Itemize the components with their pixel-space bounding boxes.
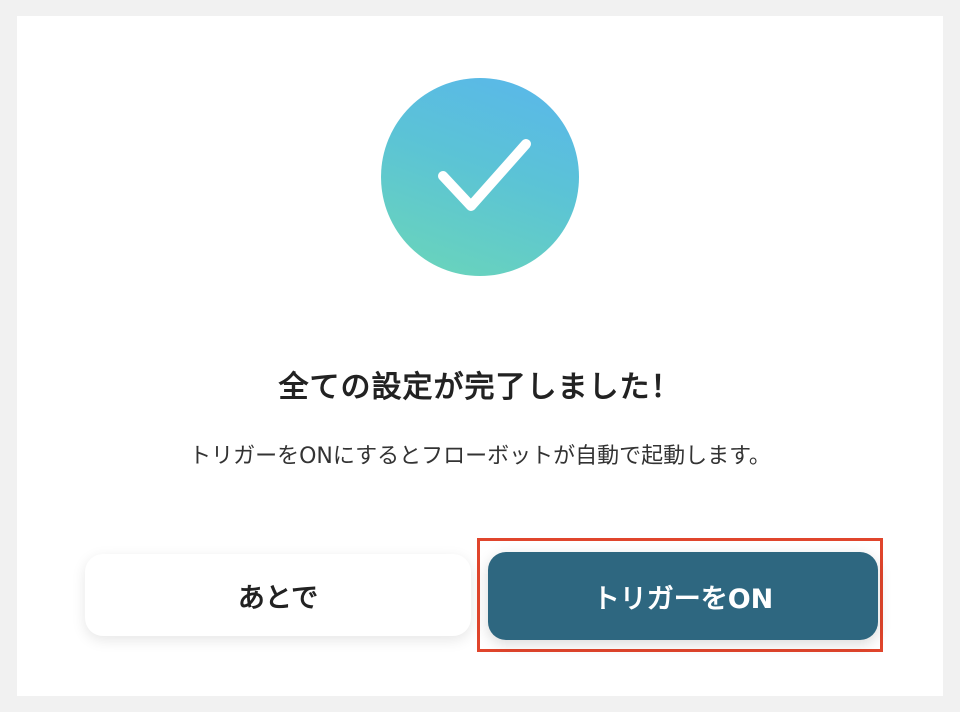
later-button[interactable]: あとで [85, 554, 471, 636]
trigger-on-button[interactable]: トリガーをON [488, 552, 878, 640]
success-badge [381, 78, 579, 276]
dialog-message: トリガーをONにするとフローボットが自動で起動します。 [189, 444, 771, 469]
check-icon [438, 139, 531, 211]
dialog-title: 全ての設定が完了しました！ [278, 370, 682, 405]
